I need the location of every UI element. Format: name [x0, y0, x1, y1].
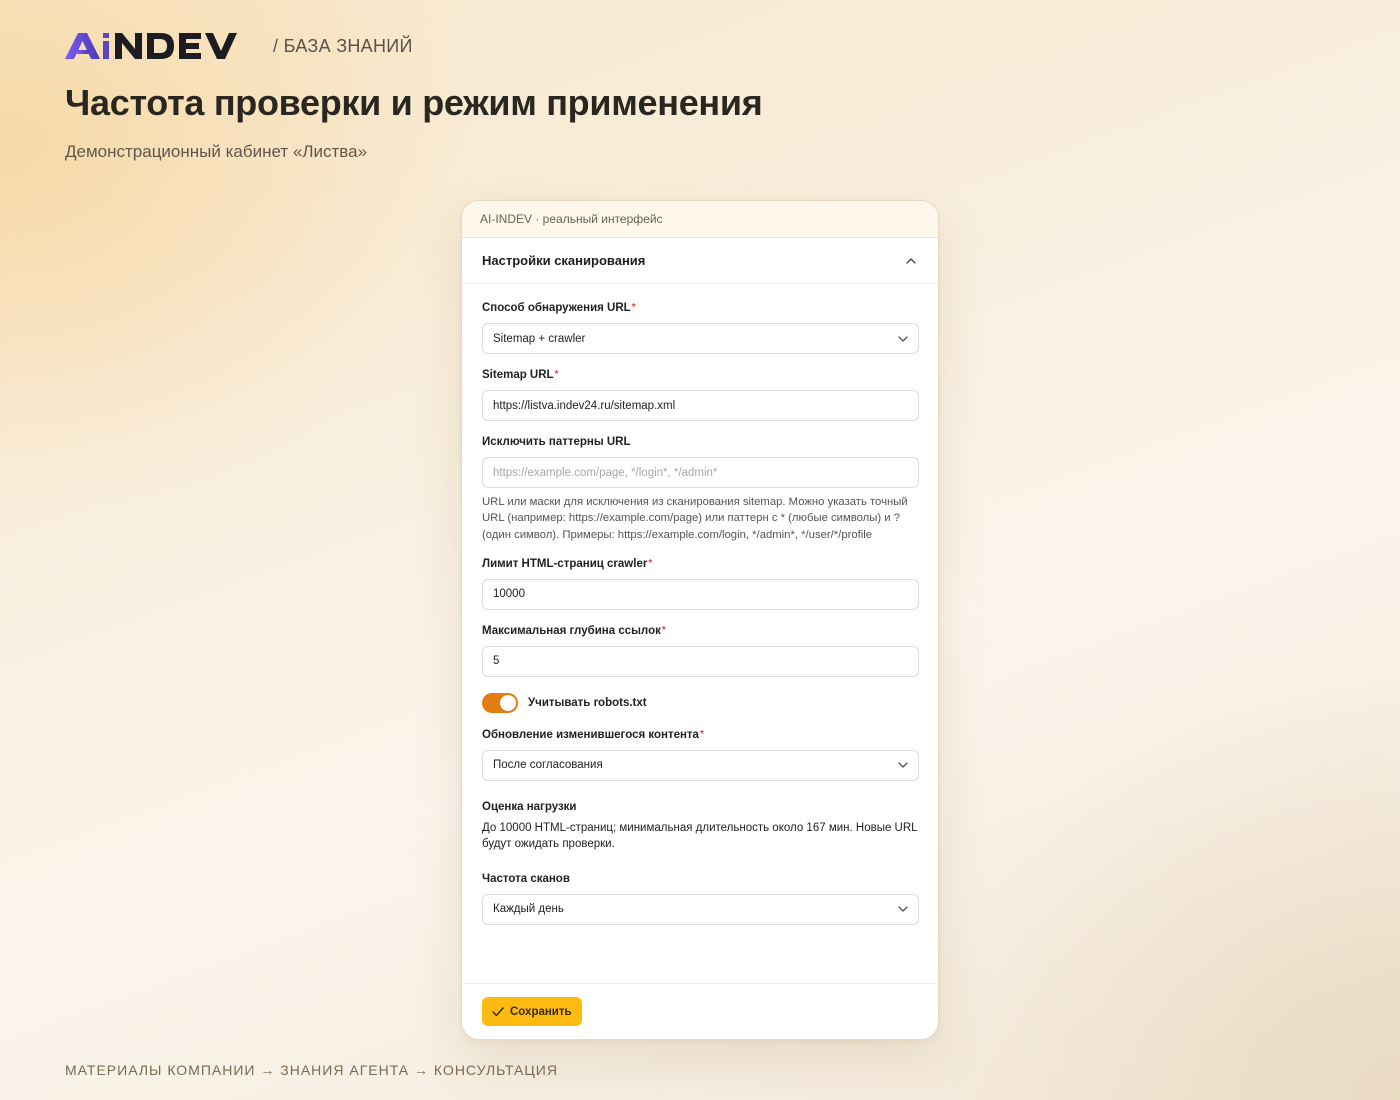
save-button-label: Сохранить [510, 1005, 572, 1018]
breadcrumb[interactable]: / БАЗА ЗНАНИЙ [273, 36, 413, 57]
update-mode-select[interactable]: После согласования [482, 749, 919, 781]
page-subtitle: Демонстрационный кабинет «Листва» [65, 142, 368, 161]
chevron-down-icon [898, 903, 908, 915]
toggle-knob [500, 694, 516, 711]
sitemap-field: Sitemap URL* [482, 369, 919, 421]
exclude-patterns-input[interactable] [482, 457, 919, 488]
robots-row: Учитывать robots.txt [482, 692, 919, 714]
scan-settings-form: Способ обнаружения URL* Sitemap + crawle… [462, 284, 938, 925]
page-limit-field: Лимит HTML-страниц crawler* [482, 558, 919, 610]
required-mark: * [631, 302, 636, 313]
required-mark: * [661, 624, 666, 636]
update-mode-field: Обновление изменившегося контента* После… [482, 729, 919, 781]
frequency-field: Частота сканов Каждый день [482, 873, 919, 925]
exclude-field: Исключить паттерны URL URL или маски для… [482, 436, 919, 543]
card-footer: Сохранить [462, 983, 938, 1039]
robots-toggle[interactable] [482, 692, 518, 713]
brand-row: / БАЗА ЗНАНИЙ [65, 30, 1335, 62]
exclude-label: Исключить паттерны URL [482, 436, 631, 448]
aindev-logo-mark [65, 33, 237, 59]
sitemap-url-input[interactable] [482, 390, 919, 421]
section-title: Настройки сканирования [482, 253, 646, 268]
section-header[interactable]: Настройки сканирования [462, 238, 938, 284]
load-estimate-title: Оценка нагрузки [482, 800, 577, 813]
depth-input[interactable] [482, 645, 919, 677]
chevron-down-icon [898, 333, 908, 345]
required-mark: * [648, 557, 653, 569]
frequency-label: Частота сканов [482, 872, 570, 885]
discovery-field: Способ обнаружения URL* Sitemap + crawle… [482, 302, 919, 354]
discovery-select-value: Sitemap + crawler [493, 332, 586, 345]
update-mode-select-value: После согласования [493, 759, 603, 772]
chevron-up-icon[interactable] [904, 254, 918, 268]
depth-field: Максимальная глубина ссылок* [482, 625, 919, 677]
load-estimate: Оценка нагрузки До 10000 HTML-страниц; м… [482, 801, 919, 853]
depth-label: Максимальная глубина ссылок* [482, 624, 666, 637]
interface-frame: AI-INDEV · реальный интерфейс Настройки … [461, 200, 939, 1040]
frequency-select[interactable]: Каждый день [482, 893, 919, 925]
footer-path: МАТЕРИАЛЫ КОМПАНИИ → ЗНАНИЯ АГЕНТА → КОН… [65, 1062, 558, 1078]
frequency-select-value: Каждый день [493, 903, 564, 916]
page-limit-label: Лимит HTML-страниц crawler* [482, 557, 653, 570]
page-header: / БАЗА ЗНАНИЙ Частота проверки и режим п… [65, 30, 1335, 162]
discovery-select[interactable]: Sitemap + crawler [482, 323, 919, 354]
save-button[interactable]: Сохранить [482, 997, 582, 1026]
robots-label: Учитывать robots.txt [528, 696, 647, 709]
check-icon [492, 1006, 504, 1017]
discovery-label: Способ обнаружения URL* [482, 302, 636, 314]
required-mark: * [699, 728, 704, 740]
page-limit-input[interactable] [482, 578, 919, 610]
frame-bar-label: AI-INDEV · реальный интерфейс [462, 201, 938, 238]
aindev-logo[interactable] [65, 30, 251, 62]
page-title: Частота проверки и режим применения [65, 82, 763, 123]
sitemap-label: Sitemap URL* [482, 369, 559, 381]
chevron-down-icon [898, 759, 908, 771]
exclude-hint: URL или маски для исключения из сканиров… [482, 496, 908, 541]
update-mode-label: Обновление изменившегося контента* [482, 728, 704, 741]
required-mark: * [554, 369, 559, 380]
load-estimate-text: До 10000 HTML-страниц; минимальная длите… [482, 821, 918, 851]
